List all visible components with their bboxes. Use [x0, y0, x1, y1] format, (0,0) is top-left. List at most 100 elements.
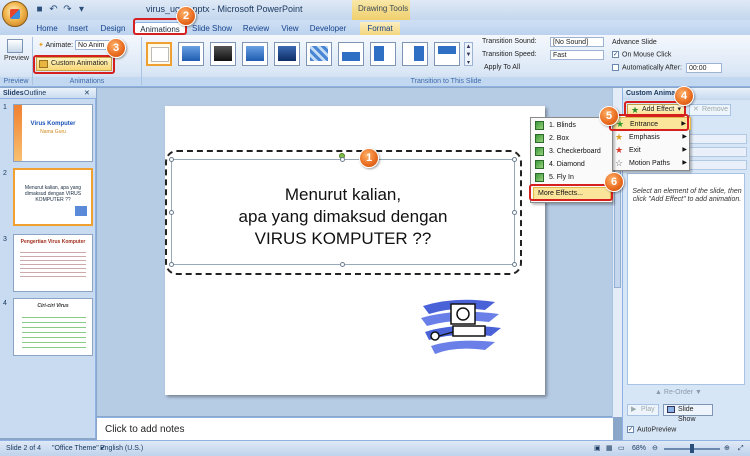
property-dropdown[interactable]	[683, 147, 747, 157]
close-pane-icon[interactable]: ✕	[84, 89, 90, 98]
current-slide[interactable]: Menurut kalian, apa yang dimaksud dengan…	[165, 106, 545, 395]
transition-gallery-scroll[interactable]: ▲ ▼ ▾	[464, 42, 473, 66]
menu-item-emphasis[interactable]: ★ Emphasis ▶	[611, 131, 691, 144]
transition-preview-icon	[438, 46, 456, 61]
zoom-in-icon[interactable]: ⊕	[724, 441, 730, 456]
animations-group-label: Animations	[33, 77, 141, 86]
tab-insert[interactable]: Insert	[64, 22, 92, 35]
transition-wipe-left-thumb[interactable]	[402, 42, 428, 66]
fly-in-effect-icon	[535, 173, 544, 182]
transition-wipe-down-thumb[interactable]	[434, 42, 460, 66]
slideshow-view-icon[interactable]: ▭	[618, 441, 625, 456]
slide-thumbnail-1[interactable]: Virus Komputer Nama Guru	[13, 104, 93, 162]
slide-sorter-icon[interactable]: ▦	[606, 441, 613, 456]
resize-handle[interactable]	[169, 262, 174, 267]
reorder-label: Re-Order	[663, 389, 694, 396]
tab-developer[interactable]: Developer	[308, 22, 348, 35]
slide-thumbnail-3[interactable]: Pengertian Virus Komputer	[13, 234, 93, 292]
animation-list[interactable]	[627, 173, 745, 385]
slide-thumbnail-2[interactable]: Menurut kalian, apa yang dimaksud dengan…	[13, 168, 93, 226]
submenu-item-diamond[interactable]: 4. Diamond	[531, 158, 614, 171]
transition-sound-dropdown[interactable]: [No Sound]	[550, 37, 604, 47]
menu-item-exit[interactable]: ★ Exit ▶	[611, 144, 691, 157]
autopreview-checkbox[interactable]: ✓ AutoPreview	[627, 426, 676, 433]
apply-to-all-button[interactable]: Apply To All	[484, 64, 520, 71]
on-mouse-click-checkbox[interactable]: ✓ On Mouse Click	[612, 51, 671, 58]
contextual-tab-group-label: Drawing Tools	[358, 4, 409, 13]
submenu-arrow-icon: ▶	[682, 147, 687, 153]
resize-handle[interactable]	[340, 157, 345, 162]
resize-handle[interactable]	[169, 157, 174, 162]
motion-path-star-icon: ☆	[615, 158, 624, 168]
tab-slide-show[interactable]: Slide Show	[190, 22, 234, 35]
thumb-title: Virus Komputer	[30, 121, 76, 127]
menu-item-label: Motion Paths	[629, 160, 670, 167]
normal-view-icon[interactable]: ▣	[594, 441, 601, 456]
tab-review[interactable]: Review	[240, 22, 272, 35]
transition-speed-label: Transition Speed:	[482, 51, 537, 58]
undo-icon[interactable]: ↶	[48, 4, 59, 15]
qat-dropdown-icon[interactable]: ▾	[76, 4, 87, 15]
fit-to-window-icon[interactable]: ⤢	[738, 441, 744, 456]
transition-speed-dropdown[interactable]: Fast	[550, 50, 604, 60]
apply-to-all-label: Apply To All	[484, 64, 521, 71]
computer-clipart-icon	[75, 206, 87, 216]
submenu-arrow-icon: ▶	[682, 134, 687, 140]
thumb-body-text	[20, 249, 86, 279]
tab-slides[interactable]: Slides	[3, 89, 24, 98]
slide-title-text[interactable]: Menurut kalian, apa yang dimaksud dengan…	[171, 184, 515, 250]
notes-pane[interactable]: Click to add notes	[97, 417, 613, 440]
box-effect-icon	[535, 134, 544, 143]
transition-fade-thumb[interactable]	[178, 42, 204, 66]
zoom-out-icon[interactable]: ⊖	[652, 441, 658, 456]
tab-format[interactable]: Format	[360, 22, 400, 35]
tab-design[interactable]: Design	[98, 22, 128, 35]
highlight-custom-animation	[33, 55, 115, 74]
resize-handle[interactable]	[512, 262, 517, 267]
transition-wipe-up-thumb[interactable]	[338, 42, 364, 66]
callout-1: 1	[359, 148, 379, 168]
office-button[interactable]	[2, 1, 28, 27]
window-title: virus_ug... .pptx - Microsoft PowerPoint	[146, 4, 303, 14]
transition-dissolve-thumb[interactable]	[306, 42, 332, 66]
tab-outline[interactable]: Outline	[24, 89, 46, 98]
transition-cut-black-thumb[interactable]	[274, 42, 300, 66]
speed-dropdown[interactable]	[683, 160, 747, 170]
callout-4: 4	[674, 86, 694, 106]
preview-button[interactable]: Preview	[4, 39, 29, 69]
preview-icon	[7, 39, 23, 53]
computer-clipart-icon	[421, 299, 501, 354]
transition-sound-label: Transition Sound:	[482, 38, 537, 45]
zoom-level[interactable]: 68%	[632, 441, 646, 456]
title-line: apa yang dimaksud dengan	[238, 207, 448, 226]
menu-item-label: Emphasis	[629, 134, 660, 141]
checkbox-icon: ✓	[612, 51, 619, 58]
submenu-item-fly-in[interactable]: 5. Fly In	[531, 171, 614, 184]
thumb-title: Ciri-ciri Virus	[37, 303, 69, 309]
transition-fade-black-thumb[interactable]	[210, 42, 236, 66]
transition-none-thumb[interactable]	[146, 42, 172, 66]
submenu-item-box[interactable]: 2. Box	[531, 132, 614, 145]
tab-home[interactable]: Home	[34, 22, 60, 35]
auto-after-checkbox[interactable]: Automatically After: 00:00	[612, 63, 722, 73]
save-icon[interactable]: ■	[34, 4, 45, 15]
remove-button[interactable]: ✕ Remove	[689, 104, 731, 116]
menu-item-motion-paths[interactable]: ☆ Motion Paths ▶	[611, 157, 691, 170]
redo-icon[interactable]: ↷	[62, 4, 73, 15]
reorder-up-icon: ▲	[655, 389, 662, 396]
auto-after-input[interactable]: 00:00	[686, 63, 722, 73]
zoom-slider-thumb[interactable]	[690, 444, 694, 453]
slide-show-button[interactable]: Slide Show	[663, 404, 713, 423]
reorder-control[interactable]: ▲ Re-Order ▼	[655, 389, 702, 396]
remove-label: Remove	[702, 106, 729, 113]
start-dropdown[interactable]	[683, 134, 747, 144]
resize-handle[interactable]	[512, 157, 517, 162]
transition-wipe-right-thumb[interactable]	[370, 42, 396, 66]
slide-thumbnail-4[interactable]: Ciri-ciri Virus	[13, 298, 93, 356]
resize-handle[interactable]	[340, 262, 345, 267]
submenu-item-checkerboard[interactable]: 3. Checkerboard	[531, 145, 614, 158]
title-bar: ■ ↶ ↷ ▾ virus_ug... .pptx - Microsoft Po…	[0, 0, 750, 27]
play-button[interactable]: ▶ Play	[627, 404, 659, 416]
transition-cut-thumb[interactable]	[242, 42, 268, 66]
tab-view[interactable]: View	[278, 22, 302, 35]
